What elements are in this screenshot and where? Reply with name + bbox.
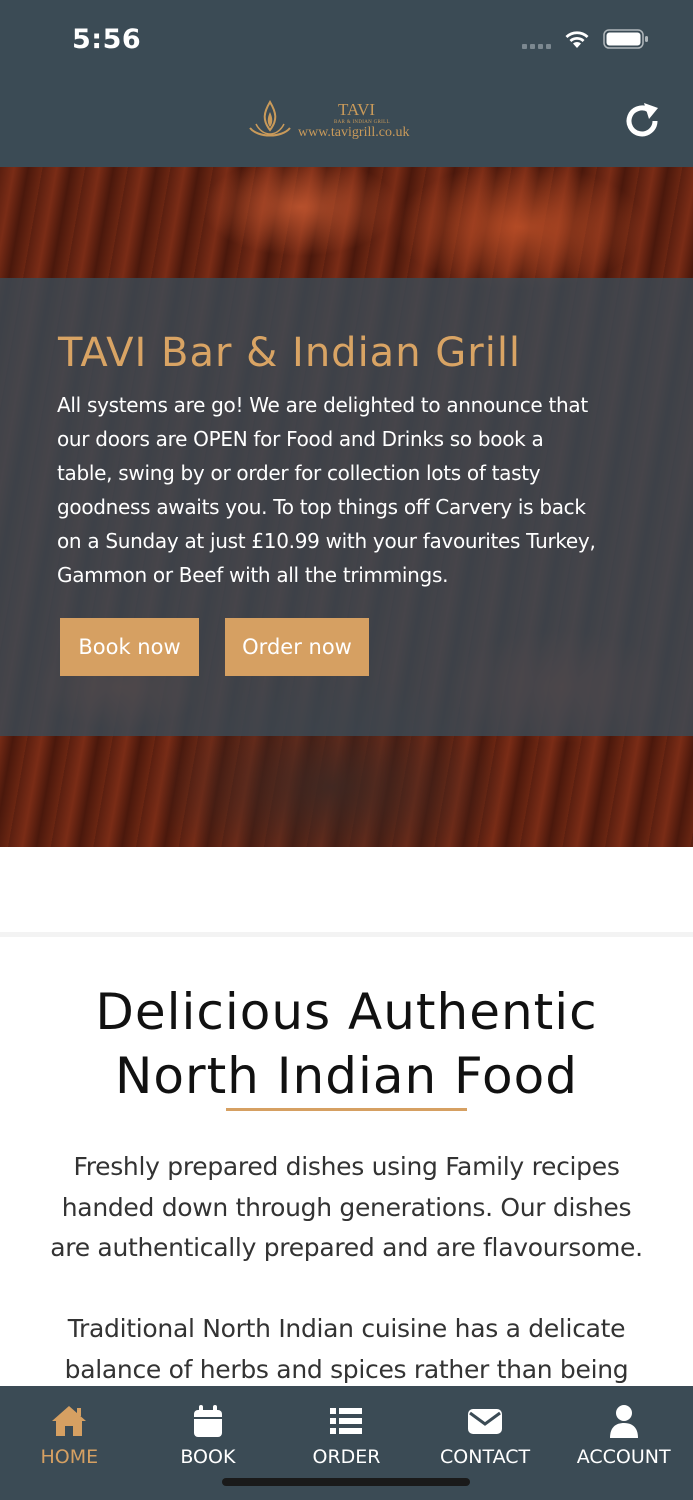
cuisine-paragraph-line: Traditional North Indian cuisine has a d… (67, 1314, 626, 1343)
cuisine-paragraph-line: balance of herbs and spices rather than … (64, 1354, 629, 1384)
list-icon (330, 1408, 363, 1434)
section-divider (0, 932, 693, 937)
home-icon (52, 1406, 87, 1436)
status-icons (522, 28, 649, 50)
logo-url: www.tavigrill.co.uk (298, 125, 410, 140)
hero-text-line: on a Sunday at just £10.99 with your fav… (57, 529, 596, 553)
section-title-line: North Indian Food (115, 1047, 578, 1105)
tab-label: HOME (40, 1446, 99, 1468)
cellular-signal-icon (522, 29, 551, 49)
hero-text-line: Gammon or Beef with all the trimmings. (57, 563, 449, 587)
hero-text: All systems are go! We are delighted to … (57, 388, 637, 592)
user-icon (609, 1405, 638, 1438)
hero-title: TAVI Bar & Indian Grill (58, 330, 522, 376)
tavi-logo[interactable]: TAVI BAR & INDIAN GRILL www.tavigrill.co… (246, 96, 436, 146)
battery-icon (603, 29, 648, 49)
wifi-icon (565, 31, 589, 48)
title-underline (226, 1108, 467, 1111)
tab-account[interactable]: ACCOUNT (554, 1386, 693, 1500)
hero-text-line: our doors are OPEN for Food and Drinks s… (57, 427, 544, 451)
intro-paragraph-line: are authentically prepared and are flavo… (50, 1233, 643, 1262)
lotus-flame-icon (249, 100, 291, 137)
top-bar: 5:56 TAVI BAR & INDIAN GRILL www.tavigri… (0, 0, 693, 167)
refresh-icon[interactable] (622, 100, 664, 142)
hero-banner: TAVI Bar & Indian Grill All systems are … (0, 167, 693, 847)
tab-home[interactable]: HOME (0, 1386, 139, 1500)
hero-text-line: goodness awaits you. To top things off C… (57, 495, 586, 519)
intro-paragraph-line: Freshly prepared dishes using Family rec… (73, 1152, 620, 1181)
tab-label: ACCOUNT (576, 1446, 671, 1468)
intro-paragraph: Freshly prepared dishes using Family rec… (0, 1147, 693, 1269)
hero-text-line: table, swing by or order for collection … (57, 461, 541, 485)
hero-text-line: All systems are go! We are delighted to … (57, 393, 588, 417)
status-time: 5:56 (72, 24, 142, 55)
logo-name: TAVI (338, 100, 376, 119)
intro-paragraph-line: handed down through generations. Our dis… (61, 1192, 632, 1222)
tab-label: BOOK (180, 1446, 236, 1468)
cuisine-paragraph: Traditional North Indian cuisine has a d… (0, 1309, 693, 1390)
section-title-line: Delicious Authentic (95, 983, 598, 1041)
order-now-button[interactable]: Order now (225, 618, 369, 676)
envelope-icon (468, 1409, 503, 1434)
section-title: Delicious Authentic North Indian Food (0, 980, 693, 1108)
home-indicator (222, 1478, 470, 1486)
tab-label: CONTACT (440, 1446, 531, 1468)
tab-label: ORDER (312, 1446, 381, 1468)
calendar-icon (193, 1405, 222, 1437)
book-now-button[interactable]: Book now (60, 618, 199, 676)
